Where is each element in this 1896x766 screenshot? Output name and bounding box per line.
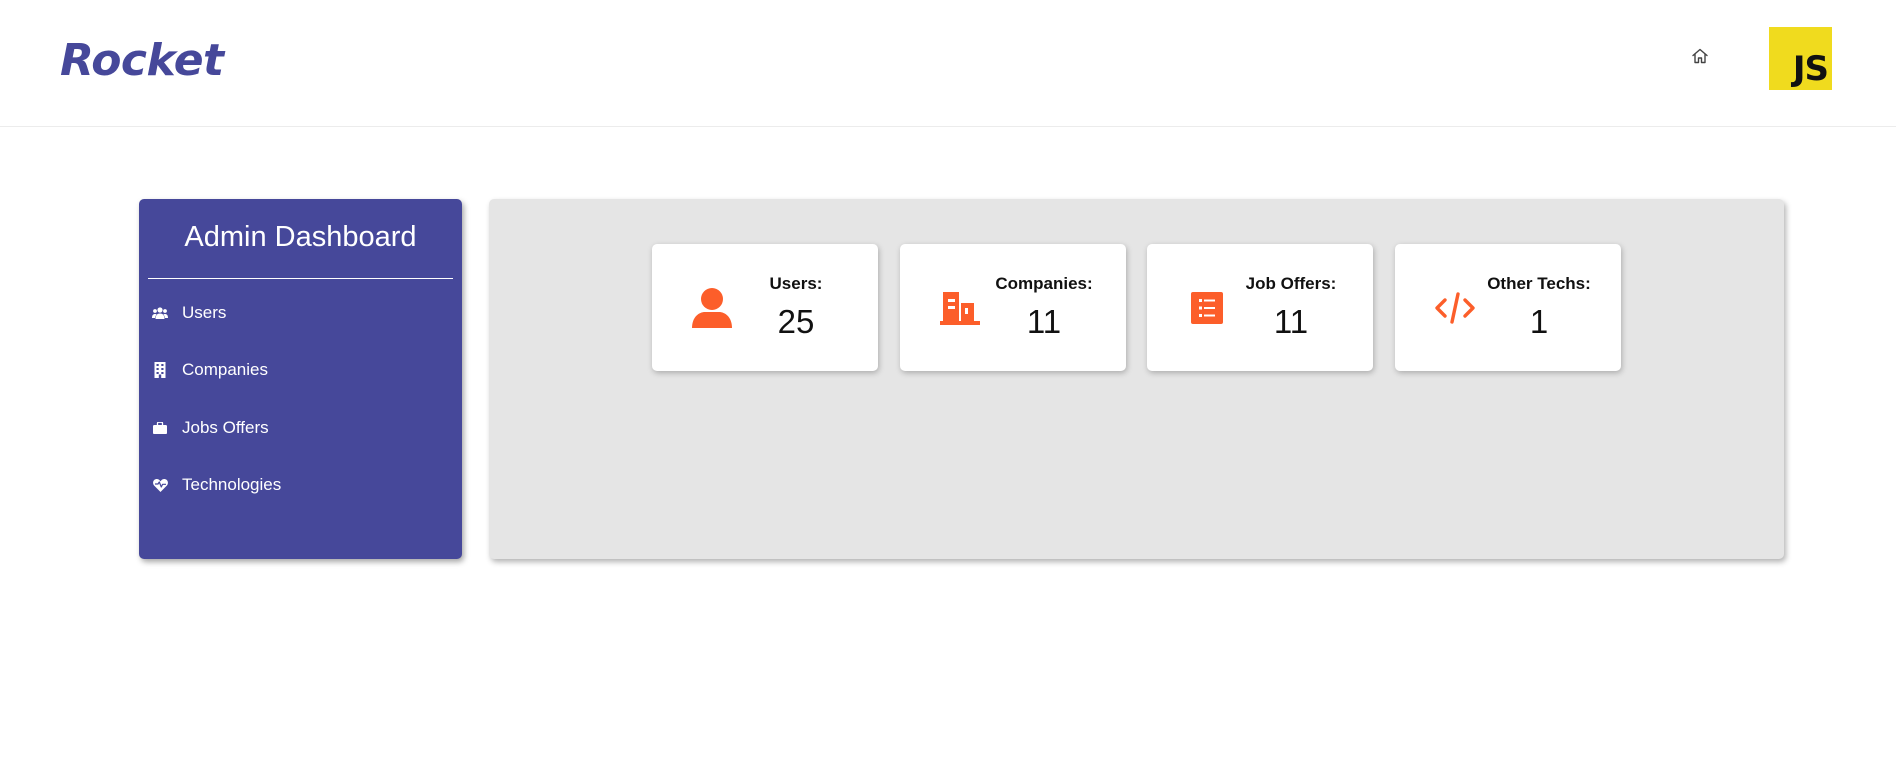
stat-card-users: Users: 25 [652, 244, 878, 371]
users-icon [152, 305, 168, 321]
stat-card-companies: Companies: 11 [900, 244, 1126, 371]
brand-logo[interactable]: Rocket [60, 34, 224, 88]
stat-label: Users: [769, 274, 823, 293]
stat-value: 1 [1529, 303, 1549, 340]
sidebar-item-technologies[interactable]: Technologies [139, 465, 462, 505]
avatar-text: JS [1792, 49, 1829, 89]
sidebar-item-jobs-offers[interactable]: Jobs Offers [139, 408, 462, 448]
home-icon [1691, 47, 1709, 70]
sidebar: Admin Dashboard Users Companies Jobs Off… [139, 199, 462, 559]
building-icon [152, 362, 168, 378]
stat-label: Other Techs: [1487, 274, 1591, 293]
avatar[interactable]: JS [1769, 27, 1832, 90]
top-navbar: Rocket JS [0, 0, 1896, 127]
sidebar-item-companies[interactable]: Companies [139, 350, 462, 390]
code-icon [1433, 286, 1477, 330]
sidebar-divider [148, 278, 453, 279]
stat-card-job-offers: Job Offers: 11 [1147, 244, 1373, 371]
stat-card-other-techs: Other Techs: 1 [1395, 244, 1621, 371]
stat-value: 25 [777, 303, 815, 340]
stats-panel: Users: 25 Companies: 11 Job Offers: 11 O… [489, 199, 1784, 559]
sidebar-item-label: Companies [182, 360, 268, 379]
stat-value: 11 [1026, 303, 1062, 340]
sidebar-item-label: Jobs Offers [182, 418, 269, 437]
heart-icon [152, 477, 168, 493]
user-icon [690, 286, 734, 330]
sidebar-title: Admin Dashboard [184, 221, 417, 253]
briefcase-icon [152, 420, 168, 436]
sidebar-item-users[interactable]: Users [139, 293, 462, 333]
list-icon [1185, 286, 1229, 330]
sidebar-item-label: Technologies [182, 475, 282, 494]
home-button[interactable] [1689, 47, 1711, 69]
stat-value: 11 [1273, 303, 1309, 340]
stat-label: Job Offers: [1245, 274, 1337, 293]
building-icon [938, 286, 982, 330]
stat-label: Companies: [995, 274, 1093, 293]
sidebar-item-label: Users [182, 303, 227, 322]
